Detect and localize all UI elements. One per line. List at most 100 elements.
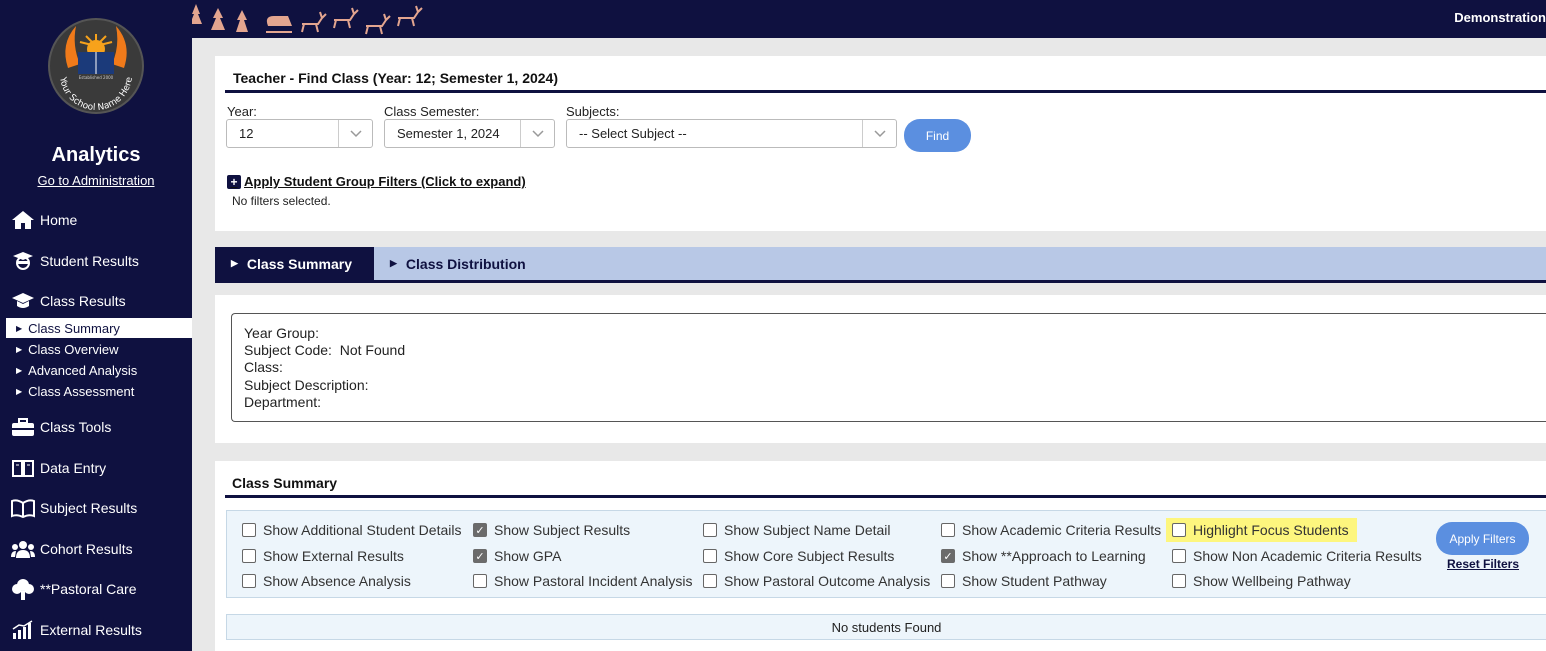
nav-subject-results-label: Subject Results xyxy=(40,500,138,516)
checkbox-label: Show Student Pathway xyxy=(962,573,1107,589)
nav-class-tools-label: Class Tools xyxy=(40,419,112,435)
nav-cohort-results-label: Cohort Results xyxy=(40,541,133,557)
checkbox-approach-to-learning[interactable]: ✓ Show **Approach to Learning xyxy=(941,548,1146,564)
checkbox-icon xyxy=(242,523,256,537)
semester-select[interactable]: Semester 1, 2024 xyxy=(384,119,555,148)
subject-description-label: Subject Description: xyxy=(244,376,369,393)
toolbox-icon xyxy=(10,416,36,438)
nav-class-results[interactable]: Class Results xyxy=(10,286,192,316)
tab-class-summary[interactable]: ▶ Class Summary xyxy=(215,247,374,280)
sub-class-assessment-label: Class Assessment xyxy=(28,383,135,399)
tab-class-summary-label: Class Summary xyxy=(246,255,352,272)
checkmark-icon: ✓ xyxy=(473,549,487,563)
checkbox-label: Show Subject Name Detail xyxy=(724,522,891,538)
nav-cohort-results[interactable]: Cohort Results xyxy=(10,534,192,564)
sub-class-overview[interactable]: ▶ Class Overview xyxy=(6,339,192,359)
divider xyxy=(225,495,1546,498)
checkbox-wellbeing-pathway[interactable]: Show Wellbeing Pathway xyxy=(1172,573,1351,589)
year-select[interactable]: 12 xyxy=(226,119,373,148)
sub-class-summary-label: Class Summary xyxy=(28,320,120,336)
reset-filters-link[interactable]: Reset Filters xyxy=(1447,557,1519,571)
nav-pastoral-care[interactable]: **Pastoral Care xyxy=(10,574,192,604)
triangle-right-icon: ▶ xyxy=(16,386,23,396)
sub-class-assessment[interactable]: ▶ Class Assessment xyxy=(6,381,192,401)
checkbox-label: Show Academic Criteria Results xyxy=(962,522,1162,538)
nav-student-results-label: Student Results xyxy=(40,253,139,269)
sidebar: Your School Name Here Established 2000 A… xyxy=(0,0,192,651)
bar-chart-icon xyxy=(10,619,36,641)
checkbox-label: Show **Approach to Learning xyxy=(962,548,1146,564)
nav-pastoral-care-label: **Pastoral Care xyxy=(40,581,137,597)
checkbox-label: Show Non Academic Criteria Results xyxy=(1193,548,1422,564)
find-class-title: Teacher - Find Class (Year: 12; Semester… xyxy=(233,70,559,86)
checkbox-label: Show Additional Student Details xyxy=(263,522,462,538)
checkbox-pastoral-outcome-analysis[interactable]: Show Pastoral Outcome Analysis xyxy=(703,573,930,589)
christmas-decoration-icon xyxy=(192,4,423,35)
tab-class-distribution[interactable]: ▶ Class Distribution xyxy=(374,247,574,280)
triangle-right-icon: ▶ xyxy=(231,258,238,268)
tree-icon xyxy=(10,578,36,600)
triangle-right-icon: ▶ xyxy=(16,323,23,333)
checkbox-icon xyxy=(703,523,717,537)
no-students-message: No students Found xyxy=(226,614,1546,640)
year-value: 12 xyxy=(239,126,254,141)
apply-filters-button[interactable]: Apply Filters xyxy=(1436,522,1529,555)
student-icon xyxy=(10,250,36,272)
sub-class-overview-label: Class Overview xyxy=(28,341,119,357)
checkbox-label: Show Wellbeing Pathway xyxy=(1193,573,1351,589)
checkbox-gpa[interactable]: ✓ Show GPA xyxy=(473,548,561,564)
top-bar: Demonstration xyxy=(192,0,1546,38)
semester-label: Class Semester: xyxy=(384,104,480,119)
checkmark-icon: ✓ xyxy=(473,523,487,537)
checkbox-icon xyxy=(473,574,487,588)
nav-student-results[interactable]: Student Results xyxy=(10,246,192,276)
checkbox-icon xyxy=(1172,574,1186,588)
subjects-select[interactable]: -- Select Subject -- xyxy=(566,119,897,148)
sub-class-summary[interactable]: ▶ Class Summary xyxy=(6,318,192,338)
no-filters-text: No filters selected. xyxy=(232,194,331,208)
checkbox-non-academic-criteria-results[interactable]: Show Non Academic Criteria Results xyxy=(1172,548,1422,564)
checkbox-absence-analysis[interactable]: Show Absence Analysis xyxy=(242,573,411,589)
checkbox-label: Show External Results xyxy=(263,548,404,564)
subject-code-label: Subject Code: xyxy=(244,342,332,359)
go-to-administration-link[interactable]: Go to Administration xyxy=(0,173,192,188)
nav-subject-results[interactable]: Subject Results xyxy=(10,493,192,523)
checkbox-subject-results[interactable]: ✓ Show Subject Results xyxy=(473,522,630,538)
checkbox-highlight-focus-students[interactable]: Highlight Focus Students xyxy=(1166,518,1357,542)
nav-external-results[interactable]: External Results xyxy=(10,615,192,645)
checkbox-external-results[interactable]: Show External Results xyxy=(242,548,404,564)
svg-text:Established 2000: Established 2000 xyxy=(79,75,114,80)
checkbox-label: Show Core Subject Results xyxy=(724,548,895,564)
checkbox-academic-criteria-results[interactable]: Show Academic Criteria Results xyxy=(941,522,1161,538)
year-group-label: Year Group: xyxy=(244,325,319,341)
chevron-down-icon xyxy=(338,120,372,147)
checkbox-core-subject-results[interactable]: Show Core Subject Results xyxy=(703,548,894,564)
tab-class-distribution-label: Class Distribution xyxy=(405,255,526,272)
checkbox-label: Show GPA xyxy=(494,548,562,564)
nav-data-entry[interactable]: Data Entry xyxy=(10,453,192,483)
plus-icon: + xyxy=(227,174,241,189)
checkbox-icon xyxy=(941,574,955,588)
nav-class-tools[interactable]: Class Tools xyxy=(10,412,192,442)
checkbox-pastoral-incident-analysis[interactable]: Show Pastoral Incident Analysis xyxy=(473,573,692,589)
user-name[interactable]: Demonstration xyxy=(1454,10,1546,25)
tab-bar: ▶ Class Summary ▶ Class Distribution xyxy=(215,247,1546,283)
sub-advanced-analysis[interactable]: ▶ Advanced Analysis xyxy=(6,360,192,380)
apply-student-group-filters-link[interactable]: + Apply Student Group Filters (Click to … xyxy=(227,174,526,189)
checkbox-label: Show Pastoral Outcome Analysis xyxy=(724,573,931,589)
checkmark-icon: ✓ xyxy=(941,549,955,563)
nav-external-results-label: External Results xyxy=(40,622,142,638)
triangle-right-icon: ▶ xyxy=(390,258,397,268)
divider xyxy=(225,90,1546,93)
nav-class-results-label: Class Results xyxy=(40,293,126,309)
nav-home[interactable]: Home xyxy=(10,205,192,235)
chevron-down-icon xyxy=(520,120,554,147)
checkbox-icon xyxy=(242,574,256,588)
checkbox-additional-student-details[interactable]: Show Additional Student Details xyxy=(242,522,461,538)
checkbox-student-pathway[interactable]: Show Student Pathway xyxy=(941,573,1107,589)
year-label: Year: xyxy=(227,104,257,119)
checkbox-subject-name-detail[interactable]: Show Subject Name Detail xyxy=(703,522,891,538)
find-button[interactable]: Find xyxy=(904,119,971,152)
graduation-cap-icon xyxy=(10,290,36,312)
chevron-down-icon xyxy=(862,120,896,147)
